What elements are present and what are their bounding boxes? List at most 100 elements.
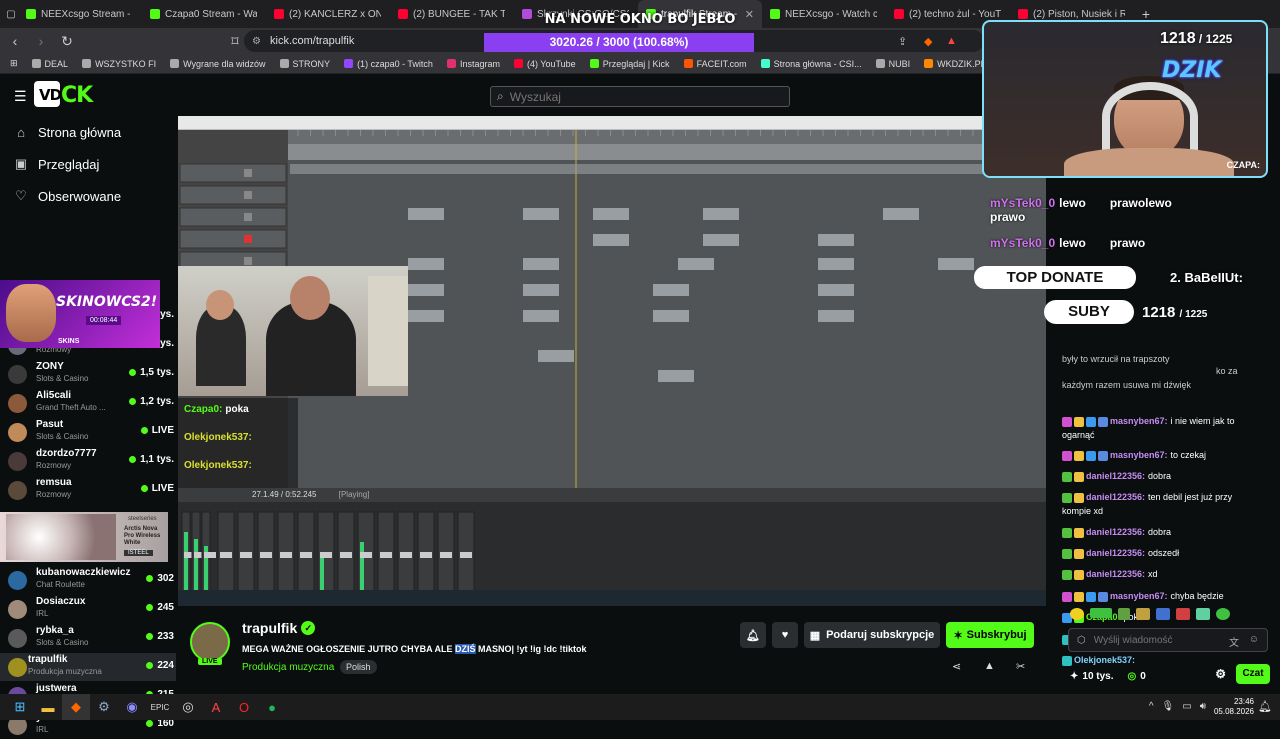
chat-input[interactable] bbox=[1093, 634, 1204, 646]
sidebar-channel[interactable]: trapulfik Produkcja muzyczna 224 bbox=[0, 653, 176, 681]
emote-icon[interactable] bbox=[1156, 608, 1170, 620]
bookmark-item[interactable]: (1) czapa0 - Twitch bbox=[344, 59, 433, 69]
chat-username[interactable]: daniel122356: bbox=[1086, 471, 1145, 481]
chat-message[interactable]: daniel122356: dobra bbox=[1062, 469, 1260, 483]
chat-settings-icon[interactable]: ⚙ bbox=[1215, 667, 1226, 681]
video-player[interactable]: Czapa0: poka Olekjonek537: Olekjonek537: 27… bbox=[178, 116, 1046, 606]
opera-icon[interactable]: O bbox=[230, 694, 258, 720]
points-count[interactable]: 10 tys. bbox=[1082, 671, 1113, 682]
bookmark-icon[interactable]: ⌑ bbox=[224, 33, 246, 50]
rewards-icon[interactable]: ▲ bbox=[946, 35, 957, 47]
kick-logo[interactable]: VD CK bbox=[34, 80, 106, 108]
chat-message[interactable]: masnyben67: to czekaj bbox=[1062, 448, 1260, 462]
browser-tab[interactable]: NEEXcsgo - Watch clips o bbox=[762, 0, 886, 28]
notifications-button[interactable]: 🔔︎ bbox=[740, 622, 766, 648]
bookmark-item[interactable]: Przeglądaj | Kick bbox=[589, 59, 670, 69]
bookmark-item[interactable]: FACEIT.com bbox=[683, 59, 747, 69]
steam-icon[interactable]: ⚙ bbox=[90, 694, 118, 720]
bookmark-item[interactable]: STRONY bbox=[279, 59, 330, 69]
search-bar[interactable]: ⌕ bbox=[490, 86, 790, 107]
sidebar-ad-skins[interactable]: SKINOWCS2! 00:08:44 SKINS bbox=[0, 280, 160, 348]
bookmark-item[interactable]: DEAL bbox=[31, 59, 68, 69]
sidebar-channel[interactable]: Dosiaczux IRL 245 bbox=[8, 595, 176, 623]
chat-message[interactable]: daniel122356: odszedł bbox=[1062, 546, 1260, 560]
follow-button[interactable]: ♥ bbox=[772, 622, 798, 648]
notifications-tray-icon[interactable]: 🔔︎ bbox=[1258, 700, 1272, 713]
brave-shield-icon[interactable]: ◆ bbox=[924, 35, 932, 48]
emote-icon[interactable] bbox=[1216, 608, 1230, 620]
bookmark-item[interactable]: (4) YouTube bbox=[513, 59, 576, 69]
volume-icon[interactable]: 🔊︎ bbox=[1200, 701, 1206, 712]
bookmark-item[interactable]: WSZYSTKO FI bbox=[82, 59, 156, 69]
sidebar-channel[interactable]: Ali5cali Grand Theft Auto ... 1,2 tys. bbox=[8, 389, 176, 417]
sidebar-channel[interactable]: rybka_a Slots & Casino 233 bbox=[8, 624, 176, 652]
sidebar-nav-item[interactable]: ▣ Przeglądaj bbox=[0, 148, 178, 180]
menu-icon[interactable]: ☰ bbox=[14, 88, 27, 105]
close-tab-icon[interactable]: ✕ bbox=[745, 8, 754, 21]
kicks-count[interactable]: 0 bbox=[1140, 671, 1146, 682]
spotify-icon[interactable]: ● bbox=[258, 694, 286, 720]
clock[interactable]: 23:46 05.08.2026 bbox=[1214, 697, 1254, 717]
chat-message[interactable]: daniel122356: dobra bbox=[1062, 525, 1260, 539]
subscribe-button[interactable]: ✶ Subskrybuj bbox=[946, 622, 1034, 648]
chat-username[interactable]: daniel122356: bbox=[1086, 492, 1145, 502]
network-icon[interactable]: ▭ bbox=[1182, 701, 1191, 712]
apps-icon[interactable]: ⊞ bbox=[10, 58, 18, 69]
chat-username[interactable]: masnyben67: bbox=[1110, 591, 1168, 601]
chat-username[interactable]: masnyben67: bbox=[1110, 416, 1168, 426]
sidebar-nav-item[interactable]: ♡ Obserwowane bbox=[0, 180, 178, 212]
chat-input-box[interactable]: ⬡ 文 ☺ bbox=[1068, 628, 1268, 652]
emoji-icon[interactable]: ☺ bbox=[1249, 634, 1259, 645]
emote-icon[interactable] bbox=[1118, 608, 1130, 620]
adobe-icon[interactable]: A bbox=[202, 694, 230, 720]
sidebar-channel[interactable]: ZONY Slots & Casino 1,5 tys. bbox=[8, 360, 176, 388]
emote-icon[interactable] bbox=[1136, 608, 1150, 620]
translate-icon[interactable]: 文 bbox=[1229, 634, 1239, 649]
chat-username[interactable]: daniel122356: bbox=[1086, 527, 1145, 537]
tab-search-icon[interactable]: ▢ bbox=[4, 9, 18, 20]
start-icon[interactable]: ⊞ bbox=[6, 694, 34, 720]
report-icon[interactable]: ▲ bbox=[984, 660, 995, 672]
browser-tab[interactable]: (2) BUNGEE - TAK TO bbox=[390, 0, 514, 28]
chat-message[interactable]: daniel122356: ten debil jest już przy kom… bbox=[1062, 490, 1260, 518]
browser-tab[interactable]: NEEXcsgo Stream - Watc bbox=[18, 0, 142, 28]
emote-icon[interactable] bbox=[1176, 608, 1190, 620]
chat-username[interactable]: Olekjonek537: bbox=[1074, 655, 1135, 665]
explorer-icon[interactable]: ▬ bbox=[34, 694, 62, 720]
share-stream-icon[interactable]: ⋖ bbox=[952, 660, 961, 673]
bookmark-item[interactable]: Strona główna - CSI... bbox=[760, 59, 862, 69]
category-link[interactable]: Produkcja muzyczna bbox=[242, 662, 334, 673]
share-icon[interactable]: ⇪ bbox=[898, 35, 907, 48]
chat-username[interactable]: daniel122356: bbox=[1086, 548, 1145, 558]
chat-send-button[interactable]: Czat bbox=[1236, 664, 1270, 684]
browser-tab[interactable]: (2) KANCLERZ x ONA bbox=[266, 0, 390, 28]
chat-message[interactable]: Olekjonek537: bbox=[1062, 653, 1260, 667]
emote-icon[interactable] bbox=[1090, 608, 1112, 618]
forward-icon[interactable]: › bbox=[30, 33, 52, 49]
epic-icon[interactable]: EPIC bbox=[146, 694, 174, 720]
mic-icon[interactable]: 🎙︎ bbox=[1162, 701, 1175, 712]
chevron-up-icon[interactable]: ^ bbox=[1149, 701, 1154, 712]
bookmark-item[interactable]: Instagram bbox=[446, 59, 500, 69]
sidebar-ad-steelseries[interactable]: steelseries Arctis Nova Pro Wireless Whi… bbox=[0, 512, 168, 562]
sidebar-channel[interactable]: kubanowaczkiewicz Chat Roulette 302 bbox=[8, 566, 176, 594]
channel-avatar[interactable] bbox=[190, 622, 230, 662]
emote-icon[interactable] bbox=[1196, 608, 1210, 620]
channel-name[interactable]: trapulfik bbox=[242, 620, 297, 636]
reload-icon[interactable]: ↻ bbox=[56, 33, 78, 50]
brave-icon[interactable]: ◆ bbox=[62, 694, 90, 720]
chat-message[interactable]: daniel122356: xd bbox=[1062, 567, 1260, 581]
bookmark-item[interactable]: NUBI bbox=[875, 59, 910, 69]
browser-tab[interactable]: Czapa0 Stream - Watch Li bbox=[142, 0, 266, 28]
discord-icon[interactable]: ◉ bbox=[118, 694, 146, 720]
bookmark-item[interactable]: Wygrane dla widzów bbox=[170, 59, 266, 69]
sidebar-channel[interactable]: remsua Rozmowy LIVE bbox=[8, 476, 176, 504]
site-info-icon[interactable]: ⚙ bbox=[252, 36, 261, 47]
search-input[interactable] bbox=[509, 89, 770, 104]
back-icon[interactable]: ‹ bbox=[4, 33, 26, 49]
chat-message[interactable]: masnyben67: i nie wiem jak to ogarnąć bbox=[1062, 414, 1260, 442]
clip-icon[interactable]: ✂ bbox=[1016, 660, 1025, 673]
obs-icon[interactable]: ◎ bbox=[174, 694, 202, 720]
sidebar-channel[interactable]: Pasut Slots & Casino LIVE bbox=[8, 418, 176, 446]
chat-message[interactable]: masnyben67: chyba będzie bbox=[1062, 589, 1260, 603]
